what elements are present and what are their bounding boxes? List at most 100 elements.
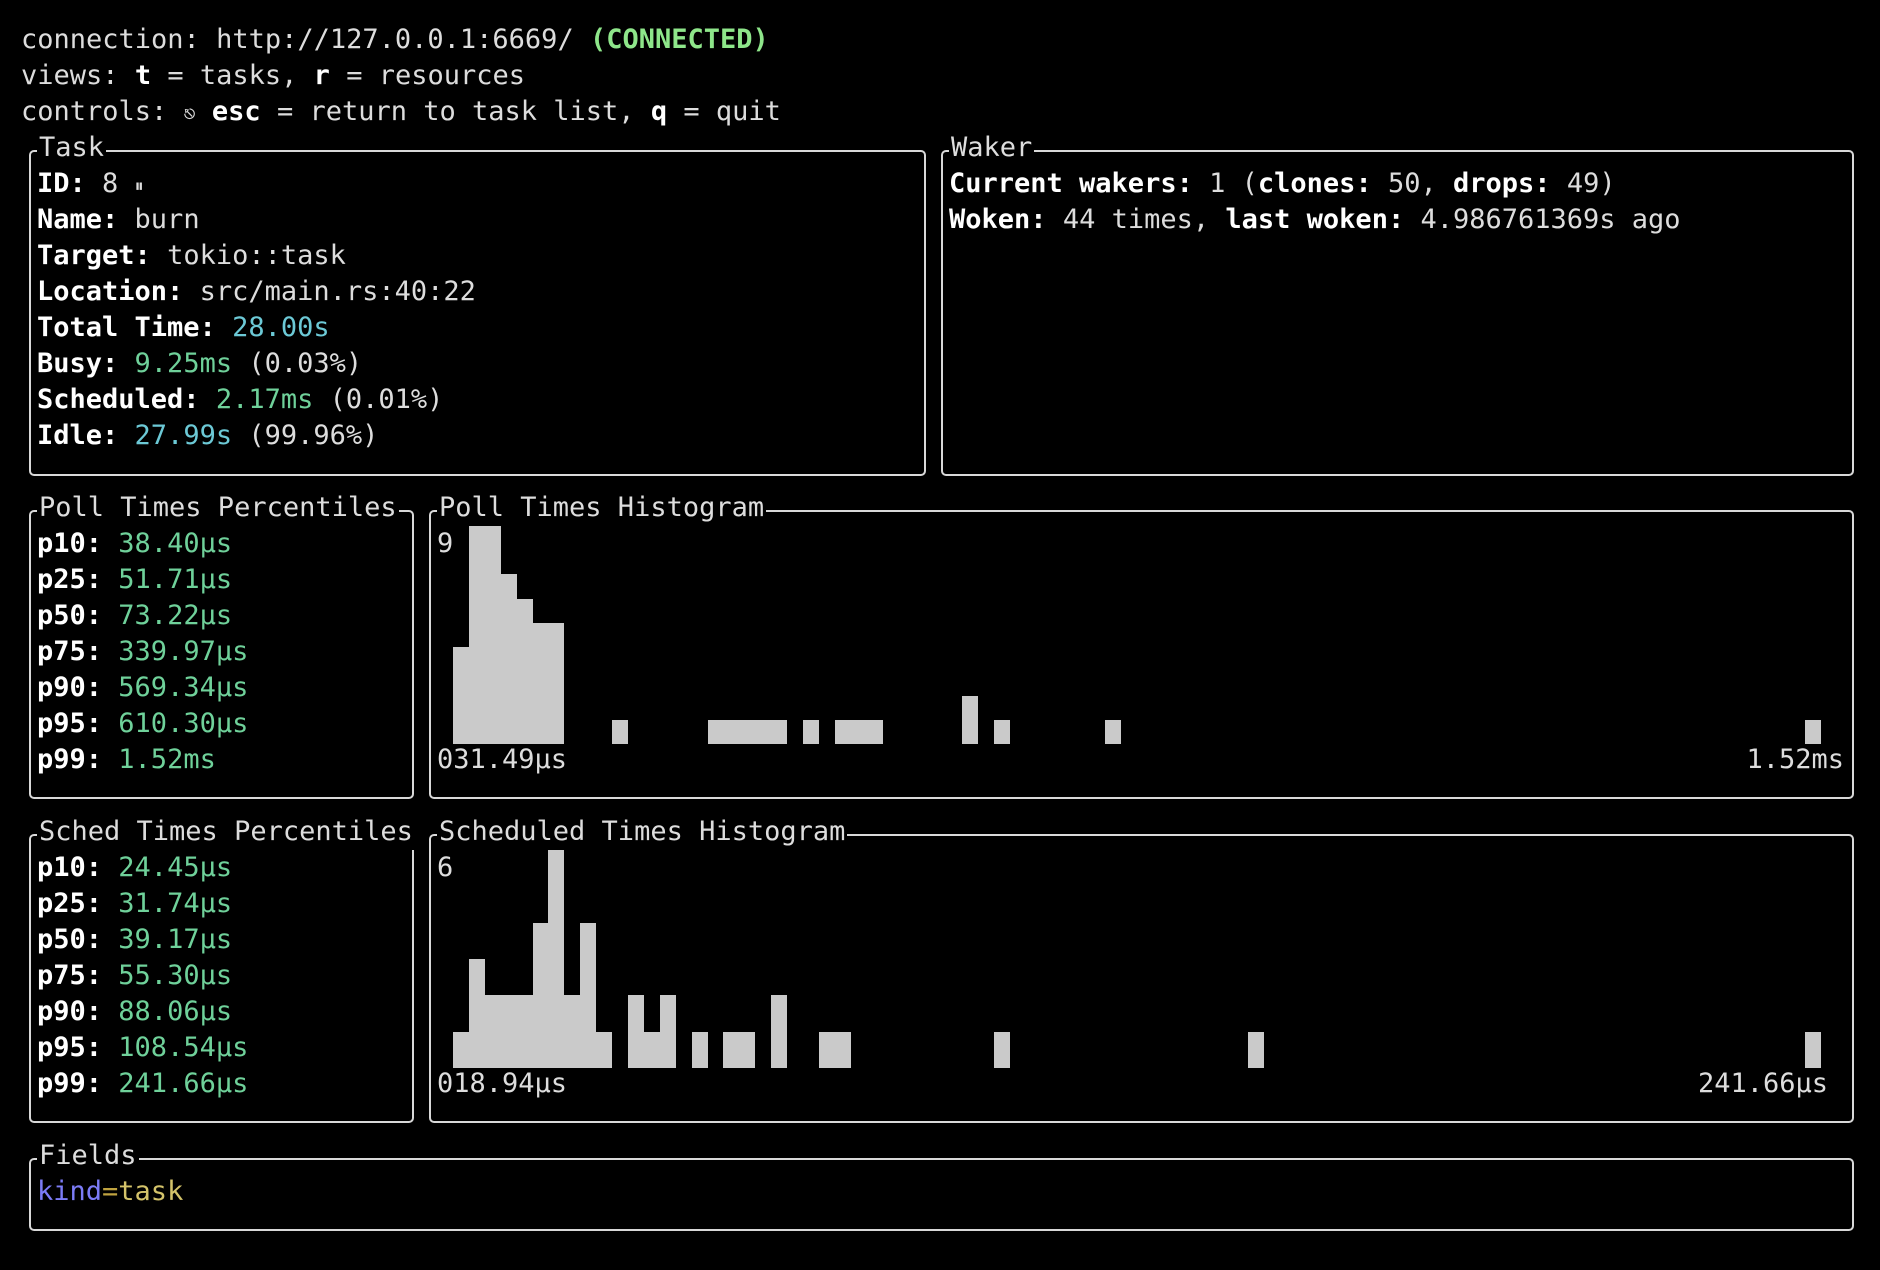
poll-histogram-max-x-label: 1.52ms <box>1746 744 1844 775</box>
waker-open-paren: ( <box>1241 168 1258 199</box>
field-eq: = <box>102 1176 119 1207</box>
tasks-view-key[interactable]: t <box>135 60 151 91</box>
task-scheduled-value: 2.17ms <box>215 384 314 415</box>
task-idle-row: Idle: 27.99s (99.96%) <box>37 418 378 454</box>
sched-percentile-row: p25: 31.74µs <box>37 886 232 922</box>
task-scheduled-pct: (0.01%) <box>329 384 444 415</box>
poll-histogram-bar <box>802 719 819 744</box>
quit-key[interactable]: q <box>651 96 667 127</box>
task-id-value: 8 <box>102 168 119 199</box>
sched-histogram-bar <box>484 995 501 1068</box>
poll-histogram-bar <box>532 622 549 744</box>
poll-histogram-panel: Poll Times Histogram 9 031.49µs 1.52ms <box>429 490 1854 799</box>
poll-histogram-bar <box>962 695 979 744</box>
sched-percentile-row: p50: 39.17µs <box>37 922 232 958</box>
task-idle-pct: (99.96%) <box>248 420 379 451</box>
sched-histogram-bar <box>993 1031 1010 1068</box>
task-id-row: ID: 8 ⏸ <box>37 166 144 205</box>
poll-histogram-bar <box>612 719 629 744</box>
sched-histogram-bar <box>1805 1031 1822 1068</box>
resources-view-text: = resources <box>346 60 525 91</box>
poll-percentile-row: p75: 339.97µs <box>37 634 248 670</box>
connection-url: http://127.0.0.1:6669/ <box>216 24 574 55</box>
sched-histogram-bar <box>453 1031 469 1068</box>
poll-histogram-bar <box>468 526 485 744</box>
fields-panel: Fields kind=task <box>29 1138 1854 1231</box>
sched-percentile-value: 108.54µs <box>118 1032 249 1063</box>
controls-label: controls: <box>21 96 168 127</box>
connection-label: connection: <box>21 24 200 55</box>
waker-woken-text: 44 times, <box>1062 204 1210 235</box>
controls-line: controls: ⎋ esc = return to task list, q… <box>21 94 781 131</box>
sched-percentiles-panel: Sched Times Percentiles p10: 24.45µs p25:… <box>29 814 415 1123</box>
connection-line: connection: http://127.0.0.1:6669/ (CONN… <box>21 22 769 58</box>
poll-histogram-bar <box>707 719 724 744</box>
poll-histogram-bar <box>500 574 517 744</box>
field-row: kind=task <box>37 1174 183 1210</box>
waker-clones-value: 50, <box>1387 168 1437 199</box>
sched-percentile-label: p90: <box>37 996 103 1027</box>
sched-percentile-label: p75: <box>37 960 103 991</box>
poll-percentile-value: 73.22µs <box>118 600 233 631</box>
poll-percentile-row: p99: 1.52ms <box>37 742 216 778</box>
task-total-row: Total Time: 28.00s <box>37 310 330 346</box>
sched-histogram-bar <box>468 959 485 1068</box>
sched-histogram-bar <box>834 1031 851 1068</box>
poll-percentile-row: p90: 569.34µs <box>37 670 248 706</box>
poll-percentile-label: p50: <box>37 600 103 631</box>
poll-histogram-min-x-label: 031.49µs <box>437 744 568 775</box>
console-window: connection: http://127.0.0.1:6669/ (CONN… <box>0 0 1880 1270</box>
sched-percentile-row: p99: 241.66µs <box>37 1066 248 1102</box>
esc-text: = return to task list, <box>276 96 635 127</box>
task-idle-label: Idle: <box>37 420 119 451</box>
sched-histogram-bar <box>548 850 565 1068</box>
waker-panel: Waker Current wakers: 1 (clones: 50, dro… <box>941 130 1854 476</box>
sched-histogram-bar <box>596 1031 613 1068</box>
views-line: views: t = tasks, r = resources <box>21 58 525 94</box>
task-total-value: 28.00s <box>232 312 330 343</box>
sched-histogram-title: Scheduled Times Histogram <box>437 814 848 850</box>
poll-percentile-value: 38.40µs <box>118 528 233 559</box>
sched-percentile-row: p95: 108.54µs <box>37 1030 248 1066</box>
task-location-label: Location: <box>37 276 184 307</box>
sched-percentile-label: p10: <box>37 852 103 883</box>
poll-histogram-bar <box>993 719 1010 744</box>
poll-histogram-bar <box>723 719 740 744</box>
poll-percentile-label: p25: <box>37 564 103 595</box>
task-location-value: src/main.rs:40:22 <box>199 276 476 307</box>
resources-view-key[interactable]: r <box>314 60 330 91</box>
waker-drops-value: 49) <box>1566 168 1616 199</box>
poll-histogram-bar <box>484 526 501 744</box>
sched-percentile-value: 39.17µs <box>118 924 233 955</box>
esc-key[interactable]: esc <box>212 96 261 127</box>
sched-percentile-value: 24.45µs <box>118 852 233 883</box>
poll-percentile-row: p25: 51.71µs <box>37 562 232 598</box>
task-scheduled-label: Scheduled: <box>37 384 200 415</box>
task-idle-value: 27.99s <box>134 420 233 451</box>
poll-histogram-bar <box>850 719 867 744</box>
task-target-row: Target: tokio::task <box>37 238 346 274</box>
sched-percentile-row: p90: 88.06µs <box>37 994 232 1030</box>
sched-histogram-bar <box>818 1031 835 1068</box>
sched-percentile-label: p50: <box>37 924 103 955</box>
waker-drops-label: drops: <box>1453 168 1551 199</box>
views-label: views: <box>21 60 119 91</box>
sched-histogram-bar <box>643 1031 660 1068</box>
poll-histogram-bar <box>755 719 772 744</box>
sched-histogram-bar <box>1248 1031 1265 1068</box>
waker-woken-label: Woken: <box>949 204 1047 235</box>
task-busy-row: Busy: 9.25ms (0.03%) <box>37 346 362 382</box>
poll-histogram-bar <box>516 598 533 744</box>
escape-icon: ⎋ <box>183 101 196 125</box>
pause-icon: ⏸ <box>134 176 144 197</box>
task-panel: Task ID: 8 ⏸ Name: burn Target: tokio::t… <box>29 130 926 476</box>
waker-clones-label: clones: <box>1257 168 1372 199</box>
task-name-label: Name: <box>37 204 119 235</box>
sched-histogram-min-x-label: 018.94µs <box>437 1068 568 1099</box>
fields-panel-title: Fields <box>37 1138 139 1174</box>
task-target-label: Target: <box>37 240 151 271</box>
poll-percentile-row: p10: 38.40µs <box>37 526 232 562</box>
tasks-view-text: = tasks, <box>167 60 298 91</box>
sched-percentile-value: 31.74µs <box>118 888 233 919</box>
task-name-value: burn <box>134 204 200 235</box>
